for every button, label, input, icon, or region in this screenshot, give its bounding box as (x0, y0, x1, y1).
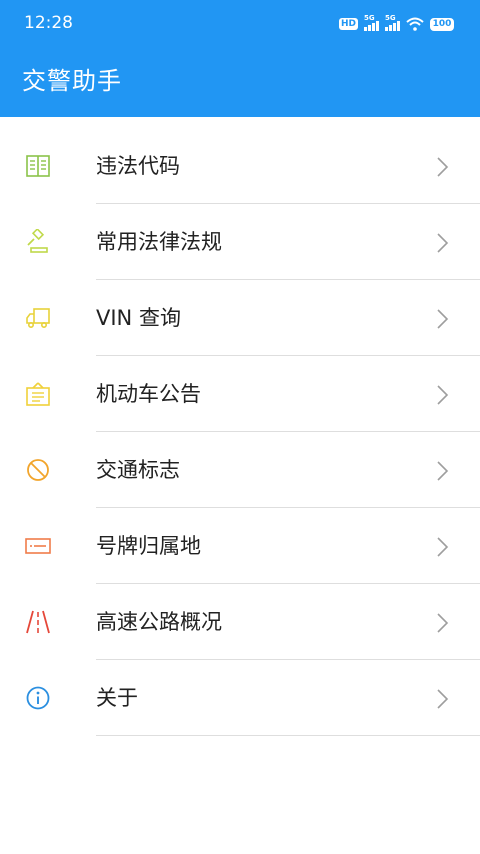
highway-icon (26, 610, 50, 634)
signal-icon: 5G (385, 14, 400, 31)
info-icon (26, 686, 50, 710)
gavel-icon (27, 229, 48, 253)
menu-item-about[interactable]: 关于 (0, 660, 480, 736)
menu-item-label: 违法代码 (96, 154, 180, 178)
status-bar: 12:28 HD 5G 5G 100 (0, 0, 480, 44)
menu-item-label: 交通标志 (96, 458, 180, 482)
license-plate-icon (25, 538, 51, 554)
truck-icon (26, 308, 50, 328)
menu-item-label: 常用法律法规 (96, 230, 222, 254)
menu-item-label: 高速公路概况 (96, 610, 222, 634)
chevron-right-icon (437, 309, 449, 329)
menu-item-label: 关于 (96, 686, 138, 710)
menu-list: 违法代码 常用法律法规 VIN 查询 机动车公告 交通标志 号牌归属地 高速公路… (0, 128, 480, 736)
no-entry-sign-icon (27, 459, 49, 481)
battery-icon: 100 (430, 17, 454, 31)
menu-item-label: 机动车公告 (96, 382, 201, 406)
app-bar: 交警助手 (0, 44, 480, 117)
menu-item-violation-codes[interactable]: 违法代码 (0, 128, 480, 204)
divider (96, 735, 480, 736)
menu-item-label: 号牌归属地 (96, 534, 201, 558)
chevron-right-icon (437, 689, 449, 709)
chevron-right-icon (437, 157, 449, 177)
chevron-right-icon (437, 613, 449, 633)
signal-label: 5G (364, 14, 375, 22)
menu-item-highway-overview[interactable]: 高速公路概况 (0, 584, 480, 660)
status-time: 12:28 (24, 13, 73, 33)
app-title: 交警助手 (22, 67, 122, 95)
menu-item-label: VIN 查询 (96, 306, 181, 330)
chevron-right-icon (437, 385, 449, 405)
chevron-right-icon (437, 537, 449, 557)
menu-item-laws[interactable]: 常用法律法规 (0, 204, 480, 280)
signal-label: 5G (385, 14, 396, 22)
notice-board-icon (26, 382, 50, 406)
status-icons: HD 5G 5G 100 (338, 14, 454, 32)
menu-item-traffic-signs[interactable]: 交通标志 (0, 432, 480, 508)
menu-item-vehicle-notice[interactable]: 机动车公告 (0, 356, 480, 432)
book-icon (26, 155, 50, 177)
signal-icon: 5G (364, 14, 379, 31)
menu-item-vin-query[interactable]: VIN 查询 (0, 280, 480, 356)
chevron-right-icon (437, 461, 449, 481)
wifi-icon (406, 17, 424, 31)
chevron-right-icon (437, 233, 449, 253)
menu-item-plate-origin[interactable]: 号牌归属地 (0, 508, 480, 584)
hd-icon: HD (338, 18, 358, 30)
